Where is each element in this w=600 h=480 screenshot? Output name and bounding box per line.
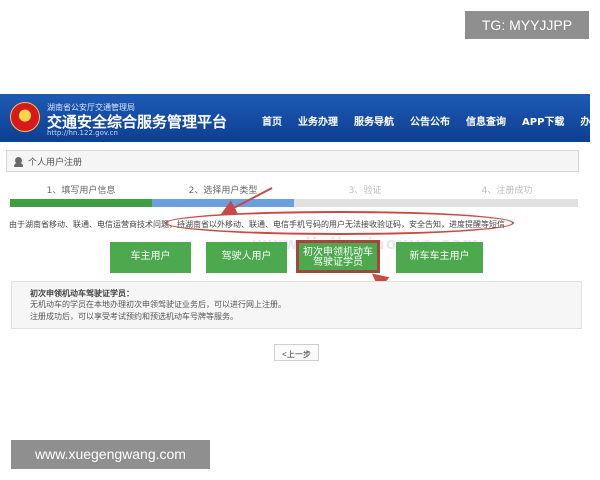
police-emblem-icon [10, 102, 40, 132]
info-box-description: 无机动车的学员在本地办理初次申领驾驶证业务后，可以进行网上注册。 [30, 300, 286, 309]
step-progress-bar [436, 199, 578, 207]
main-navigation: 首页 业务办理 服务导航 公告公布 信息查询 APP下载 办事指南 [262, 113, 600, 128]
vehicle-owner-user-button[interactable]: 车主用户 [110, 242, 191, 273]
button-label: 车主用户 [130, 251, 171, 262]
person-icon [14, 157, 23, 167]
nav-announcements[interactable]: 公告公布 [410, 113, 450, 128]
first-time-learner-button[interactable]: 初次申领机动车 驾驶证学员 [296, 240, 380, 273]
step-label: 2、选择用户类型 [188, 186, 258, 196]
nav-service-guide[interactable]: 服务导航 [354, 113, 394, 128]
step-label: 1、填写用户信息 [46, 186, 116, 196]
nav-information-query[interactable]: 信息查询 [466, 113, 506, 128]
previous-step-button[interactable]: <上一步 [274, 344, 319, 361]
site-header: 湖南省公安厅交通管理局 交通安全综合服务管理平台 http://hn.122.g… [0, 94, 600, 142]
new-vehicle-owner-button[interactable]: 新车车主用户 [396, 242, 483, 273]
step-user-type: 2、选择用户类型 [152, 183, 294, 211]
nav-home[interactable]: 首页 [262, 113, 282, 128]
breadcrumb-label: 个人用户注册 [28, 158, 83, 168]
registration-progress: 1、填写用户信息 2、选择用户类型 3、验证 4、注册成功 [10, 183, 578, 211]
tg-watermark-label: TG: MYYJJPP [465, 11, 589, 39]
step-label: 3、验证 [348, 186, 382, 196]
breadcrumb: 个人用户注册 [6, 150, 579, 172]
step-label: 4、注册成功 [481, 186, 533, 196]
step-user-information: 1、填写用户信息 [10, 183, 152, 211]
user-type-info-box: 初次申领机动车驾驶证学员： 无机动车的学员在本地办理初次申领驾驶证业务后，可以进… [11, 281, 582, 329]
site-url: http://hn.122.gov.cn [47, 129, 118, 137]
driver-user-button[interactable]: 驾驶人用户 [206, 242, 287, 273]
website-watermark-label: www.xuegengwang.com [11, 440, 210, 469]
step-registration-success: 4、注册成功 [436, 183, 578, 211]
nav-business[interactable]: 业务办理 [298, 113, 338, 128]
button-label: 新车车主用户 [409, 251, 470, 262]
nav-service-guide-link[interactable]: 办事指南 [580, 113, 600, 128]
info-box-title: 初次申领机动车驾驶证学员： [30, 289, 134, 298]
button-label: 驾驶人用户 [221, 251, 272, 262]
notice-highlight-ellipse [165, 211, 514, 235]
step-progress-bar [10, 199, 152, 207]
info-box-note: 注册成功后，可以享受考试预约和预选机动车号牌等服务。 [30, 312, 238, 321]
step-verification: 3、验证 [294, 183, 436, 211]
step-progress-bar [152, 199, 294, 207]
step-progress-bar [294, 199, 436, 207]
nav-app-download[interactable]: APP下载 [522, 113, 564, 128]
button-label-line-2: 驾驶证学员 [313, 257, 363, 268]
